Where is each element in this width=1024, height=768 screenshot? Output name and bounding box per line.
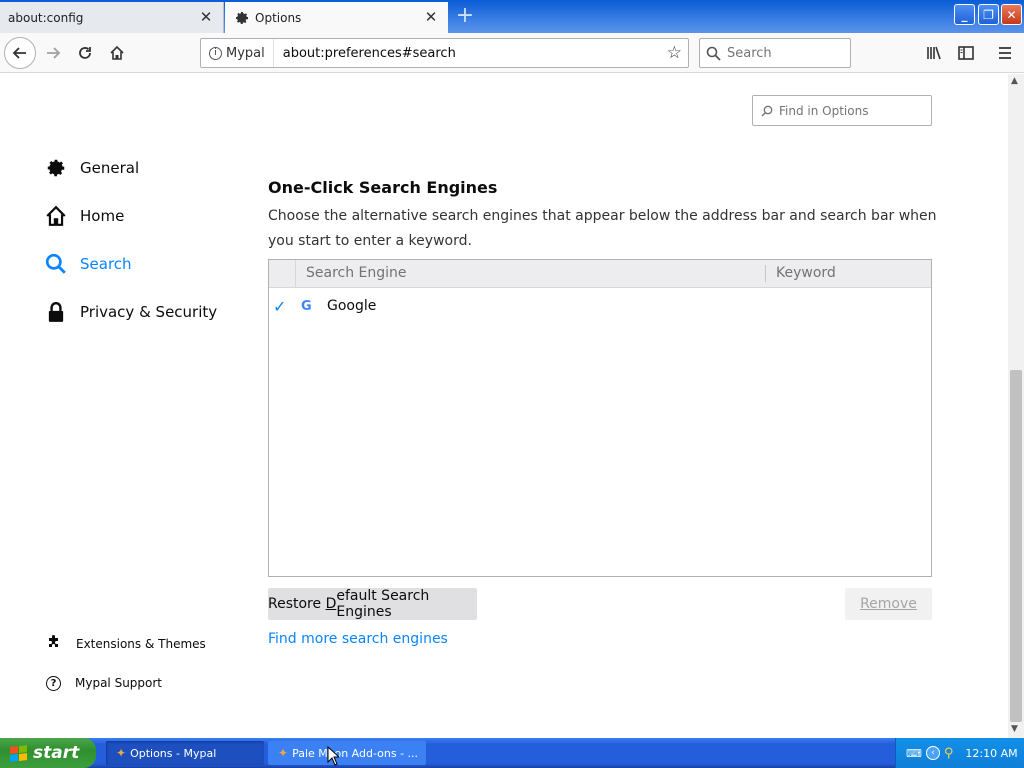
sidebar-item-home[interactable]: Home bbox=[44, 200, 124, 232]
system-tray: ⌨ ‹ ⚲ 12:10 AM bbox=[895, 738, 1024, 768]
find-in-options-input[interactable]: Find in Options bbox=[752, 95, 932, 126]
checkmark-icon[interactable]: ✓ bbox=[273, 297, 297, 316]
puzzle-icon bbox=[46, 634, 62, 654]
search-icon bbox=[706, 46, 721, 61]
restore-label-accel: D bbox=[325, 596, 337, 612]
restore-default-search-engines-button[interactable]: Restore Default Search Engines bbox=[268, 588, 477, 620]
sidebar-item-privacy-security[interactable]: Privacy & Security bbox=[44, 296, 217, 328]
sidebar-item-label: Privacy & Security bbox=[80, 303, 218, 321]
column-header-check bbox=[269, 260, 296, 287]
taskbar-item-label: Options - Mypal bbox=[130, 746, 217, 760]
sidebar-item-label: General bbox=[80, 159, 140, 177]
sidebar-item-mypal-support[interactable]: ? Mypal Support bbox=[46, 671, 162, 695]
gear-icon bbox=[44, 156, 68, 180]
menu-button[interactable] bbox=[989, 37, 1021, 69]
home-icon bbox=[44, 204, 68, 228]
close-tab-icon[interactable]: ✕ bbox=[422, 8, 440, 26]
info-icon: i bbox=[209, 46, 222, 60]
arrow-right-icon bbox=[47, 47, 61, 59]
site-identity[interactable]: i Mypal bbox=[201, 39, 274, 67]
section-description: Choose the alternative search engines th… bbox=[268, 208, 937, 249]
start-button[interactable]: start bbox=[0, 738, 96, 768]
close-window-icon[interactable]: ✕ bbox=[1001, 4, 1022, 25]
close-tab-icon[interactable]: ✕ bbox=[197, 8, 215, 26]
tab-options[interactable]: Options ✕ bbox=[225, 2, 448, 33]
start-label: start bbox=[33, 743, 80, 763]
sidebar-item-general[interactable]: General bbox=[44, 152, 139, 184]
remove-button[interactable]: Remove bbox=[845, 588, 932, 620]
sidebar-item-extensions-themes[interactable]: Extensions & Themes bbox=[46, 632, 206, 656]
scrollbar[interactable]: ▲ ▼ bbox=[1008, 74, 1024, 738]
restore-label-post: efault Search Engines bbox=[336, 588, 430, 620]
taskbar-item-pale-moon[interactable]: ✦ Pale Moon Add-ons - ... bbox=[268, 741, 426, 765]
sidebar-item-label: Home bbox=[80, 207, 125, 225]
restore-label-pre: Restore bbox=[268, 596, 326, 612]
section-title: One-Click Search Engines bbox=[268, 178, 498, 197]
engine-name: Google bbox=[327, 298, 377, 314]
reload-icon bbox=[79, 47, 91, 59]
identity-label: Mypal bbox=[226, 45, 265, 61]
chevron-left-icon[interactable]: ‹ bbox=[925, 746, 940, 760]
tab-strip: about:config ✕ Options ✕ + _ ❐ ✕ bbox=[0, 0, 1024, 33]
mypal-icon: ✦ bbox=[278, 746, 289, 760]
library-icon bbox=[927, 46, 941, 60]
search-icon[interactable]: ⚲ bbox=[944, 746, 954, 761]
arrow-left-icon bbox=[12, 47, 26, 59]
tab-about-config[interactable]: about:config ✕ bbox=[0, 2, 224, 33]
url-text: about:preferences#search bbox=[282, 45, 456, 61]
table-header: Search Engine Keyword bbox=[269, 260, 931, 288]
google-icon: G bbox=[301, 298, 312, 314]
keyboard-icon[interactable]: ⌨ bbox=[906, 747, 922, 760]
gear-icon bbox=[233, 9, 251, 27]
search-icon bbox=[44, 252, 68, 276]
taskbar-item-label: Pale Moon Add-ons - ... bbox=[292, 746, 419, 760]
lock-icon bbox=[44, 300, 68, 324]
scroll-down-icon[interactable]: ▼ bbox=[1011, 724, 1018, 734]
sidebar-item-label: Search bbox=[80, 255, 132, 273]
sidebar-item-search[interactable]: Search bbox=[44, 248, 132, 280]
library-button[interactable] bbox=[918, 37, 950, 69]
bookmark-star-icon[interactable]: ☆ bbox=[667, 43, 682, 63]
sidebar-toggle-button[interactable] bbox=[950, 37, 982, 69]
clock: 12:10 AM bbox=[965, 746, 1018, 760]
windows-logo-icon bbox=[10, 744, 27, 762]
column-header-keyword[interactable]: Keyword bbox=[776, 265, 836, 281]
find-in-options-placeholder: Find in Options bbox=[779, 103, 869, 118]
restore-window-icon[interactable]: ❐ bbox=[978, 4, 999, 25]
tab-label: Options bbox=[255, 10, 302, 25]
search-bar[interactable]: Search bbox=[699, 38, 851, 68]
nav-bar: i Mypal about:preferences#search ☆ Searc… bbox=[0, 33, 1024, 73]
search-icon bbox=[761, 105, 773, 116]
column-separator bbox=[765, 265, 766, 282]
home-button[interactable] bbox=[101, 37, 133, 69]
url-bar[interactable]: i Mypal about:preferences#search ☆ bbox=[200, 38, 689, 68]
find-more-search-engines-link[interactable]: Find more search engines bbox=[268, 631, 448, 647]
sidebar-item-label: Mypal Support bbox=[75, 676, 163, 690]
new-tab-icon[interactable]: + bbox=[452, 4, 478, 30]
reload-button[interactable] bbox=[69, 37, 101, 69]
back-button[interactable] bbox=[4, 37, 36, 69]
sidebar-item-label: Extensions & Themes bbox=[76, 637, 206, 651]
home-icon bbox=[110, 45, 124, 60]
taskbar-item-options[interactable]: ✦ Options - Mypal bbox=[106, 741, 264, 765]
column-header-engine[interactable]: Search Engine bbox=[306, 265, 407, 281]
preferences-page: Find in Options General Home Search Priv… bbox=[0, 74, 1008, 738]
scroll-up-icon[interactable]: ▲ bbox=[1011, 76, 1018, 86]
search-engines-table: Search Engine Keyword ✓ G Google bbox=[268, 259, 932, 577]
help-icon: ? bbox=[46, 675, 61, 691]
hamburger-icon bbox=[999, 47, 1011, 59]
tab-label: about:config bbox=[8, 10, 84, 25]
table-row[interactable]: ✓ G Google bbox=[269, 289, 931, 323]
minimize-icon[interactable]: _ bbox=[954, 4, 975, 25]
search-placeholder: Search bbox=[727, 45, 772, 61]
forward-button[interactable] bbox=[37, 37, 69, 69]
mypal-icon: ✦ bbox=[116, 746, 127, 760]
sidebar-icon bbox=[958, 46, 974, 60]
taskbar: start ✦ Options - Mypal ✦ Pale Moon Add-… bbox=[0, 738, 1024, 768]
scroll-thumb[interactable] bbox=[1010, 370, 1022, 722]
